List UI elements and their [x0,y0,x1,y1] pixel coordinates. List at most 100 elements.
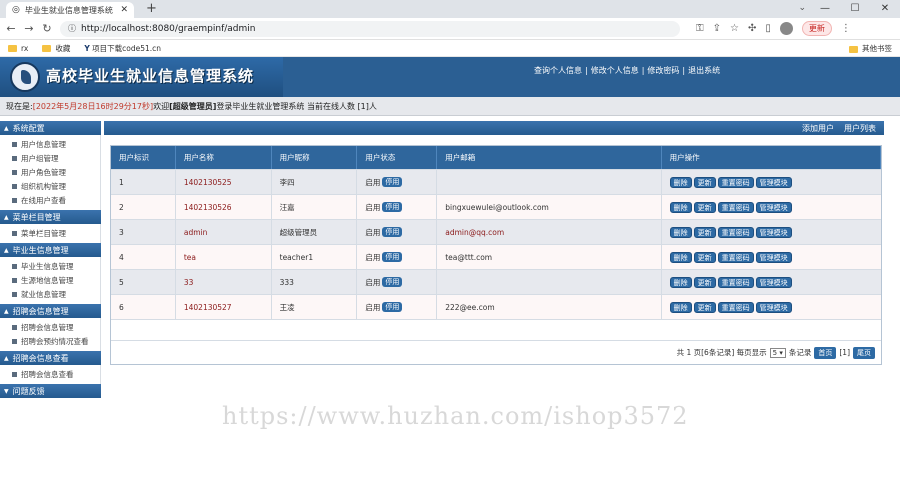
update-button[interactable]: 更新 [693,251,716,263]
tab-search-icon[interactable]: ⌄ [798,3,806,13]
sidebar-item[interactable]: 招聘会信息管理 [12,320,100,334]
update-button[interactable]: 更新 [693,176,716,188]
disable-button[interactable]: 停用 [382,302,403,312]
sidebar-item[interactable]: 生源地信息管理 [12,273,100,287]
update-button[interactable]: 更新 [693,276,716,288]
minimize-icon[interactable]: — [810,0,840,18]
disable-button[interactable]: 停用 [382,227,403,237]
delete-button[interactable]: 删除 [669,251,692,263]
update-button[interactable]: 更新 [693,301,716,313]
url-field[interactable]: ⓘ http://localhost:8080/graempinf/admin [60,20,680,37]
sidebar-item[interactable]: 组织机构管理 [12,179,100,193]
star-icon[interactable]: ☆ [730,23,739,34]
user-email-cell-text: admin@qq.com [445,227,505,237]
reset-password-button[interactable]: 重置密码 [717,201,754,213]
bullet-icon [12,371,17,377]
sidebar-group-items: 菜单栏目管理 [0,224,101,243]
sidebar-item[interactable]: 招聘会信息查看 [12,367,100,381]
add-user-link[interactable]: 添加用户 [802,123,834,134]
user-ops-cell: 删除 更新 重置密码 管理模块 [662,170,881,194]
delete-button[interactable]: 删除 [669,201,692,213]
per-page-select[interactable]: 5 ▾ [769,347,786,358]
user-status-cell: 启用 停用 [357,245,438,269]
manage-modules-button[interactable]: 管理模块 [755,251,792,263]
folder-icon [8,45,17,52]
link-logout[interactable]: 退出系统 [688,66,720,75]
sidebar-group-header[interactable]: ▼ 问题反馈 [0,384,101,398]
link-edit-info[interactable]: 修改个人信息 [591,66,639,75]
sidebar-item[interactable]: 在线用户查看 [12,193,100,207]
user-nick-cell: 超级管理员 [272,220,358,244]
forward-icon[interactable]: → [24,22,34,35]
link-change-password[interactable]: 修改密码 [647,66,679,75]
new-tab-icon[interactable]: + [146,1,157,16]
menu-dots-icon[interactable]: ⋮ [841,23,851,34]
sidebar-group-header[interactable]: ▲ 系统配置 [0,121,101,135]
info-icon[interactable]: ⓘ [68,23,76,34]
bookmark-favorites[interactable]: 收藏 [42,43,70,54]
reset-password-button[interactable]: 重置密码 [717,226,754,238]
sidebar-item[interactable]: 招聘会预约情况查看 [12,334,100,348]
user-list-link[interactable]: 用户列表 [844,123,876,134]
back-icon[interactable]: ← [6,22,16,35]
bullet-icon [12,230,17,236]
extensions-icon[interactable]: ✣ [748,23,756,34]
sidebar-item[interactable]: 用户信息管理 [12,137,100,151]
bookmark-code51[interactable]: Y 项目下载code51.cn [84,43,161,54]
manage-modules-button[interactable]: 管理模块 [755,176,792,188]
delete-button[interactable]: 删除 [669,276,692,288]
sidebar-group-header[interactable]: ▲ 招聘会信息管理 [0,304,101,318]
sidebar-group-header[interactable]: ▲ 菜单栏目管理 [0,210,101,224]
sidebar-item[interactable]: 就业信息管理 [12,287,100,301]
bookmark-rx[interactable]: rx [8,44,28,53]
reset-password-button[interactable]: 重置密码 [717,276,754,288]
sidepanel-icon[interactable]: ▯ [765,23,771,34]
first-page-button[interactable]: 首页 [814,346,837,359]
profile-avatar[interactable] [779,22,793,35]
reset-password-button[interactable]: 重置密码 [717,251,754,263]
manage-modules-button[interactable]: 管理模块 [755,276,792,288]
delete-button[interactable]: 删除 [669,176,692,188]
update-button[interactable]: 更新 [693,201,716,213]
url-text: http://localhost:8080/graempinf/admin [81,23,256,34]
user-nick-cell-text: teacher1 [279,252,314,262]
table-header: 用户标识 用户名称 用户昵称 用户状态 用户邮箱 用户操作 [111,146,881,170]
sidebar-group-header[interactable]: ▲ 毕业生信息管理 [0,243,101,257]
reload-icon[interactable]: ↻ [42,22,52,35]
link-query-info[interactable]: 查询个人信息 [534,66,582,75]
maximize-icon[interactable]: ☐ [840,0,870,18]
update-button[interactable]: 更新 [801,21,832,36]
delete-button[interactable]: 删除 [669,226,692,238]
update-button[interactable]: 更新 [693,226,716,238]
close-tab-icon[interactable]: ✕ [120,5,128,15]
user-nick-cell: 李四 [272,170,358,194]
key-icon[interactable]: ⚿ [696,23,704,34]
sidebar-item[interactable]: 毕业生信息管理 [12,259,100,273]
sidebar-group-header[interactable]: ▲ 招聘会信息查看 [0,351,101,365]
share-icon[interactable]: ⇪ [713,23,721,34]
reset-password-button[interactable]: 重置密码 [717,301,754,313]
user-id-cell: 2 [111,195,176,219]
browser-tab-strip: ◎ 毕业生就业信息管理系统 ✕ + ⌄ — ☐ ✕ [0,0,900,18]
manage-modules-button[interactable]: 管理模块 [755,201,792,213]
bookmark-others[interactable]: 其他书签 [849,43,892,54]
disable-button[interactable]: 停用 [382,177,403,187]
user-email-cell-text: bingxuewulei@outlook.com [445,202,549,212]
sidebar-item[interactable]: 用户组管理 [12,151,100,165]
browser-tab[interactable]: ◎ 毕业生就业信息管理系统 ✕ [6,2,134,18]
sidebar-group-items: 用户信息管理 用户组管理 用户角色管理 组织机构管理 在线用户查看 [0,135,101,210]
reset-password-button[interactable]: 重置密码 [717,176,754,188]
user-id-cell: 5 [111,270,176,294]
close-window-icon[interactable]: ✕ [870,0,900,18]
user-role: [超级管理员] [169,101,217,111]
sidebar-item[interactable]: 用户角色管理 [12,165,100,179]
manage-modules-button[interactable]: 管理模块 [755,301,792,313]
disable-button[interactable]: 停用 [382,202,403,212]
disable-button[interactable]: 停用 [382,252,403,262]
delete-button[interactable]: 删除 [669,301,692,313]
disable-button[interactable]: 停用 [382,277,403,287]
last-page-button[interactable]: 尾页 [853,346,875,359]
user-email-cell [437,270,662,294]
manage-modules-button[interactable]: 管理模块 [755,226,792,238]
sidebar-item[interactable]: 菜单栏目管理 [12,226,100,240]
